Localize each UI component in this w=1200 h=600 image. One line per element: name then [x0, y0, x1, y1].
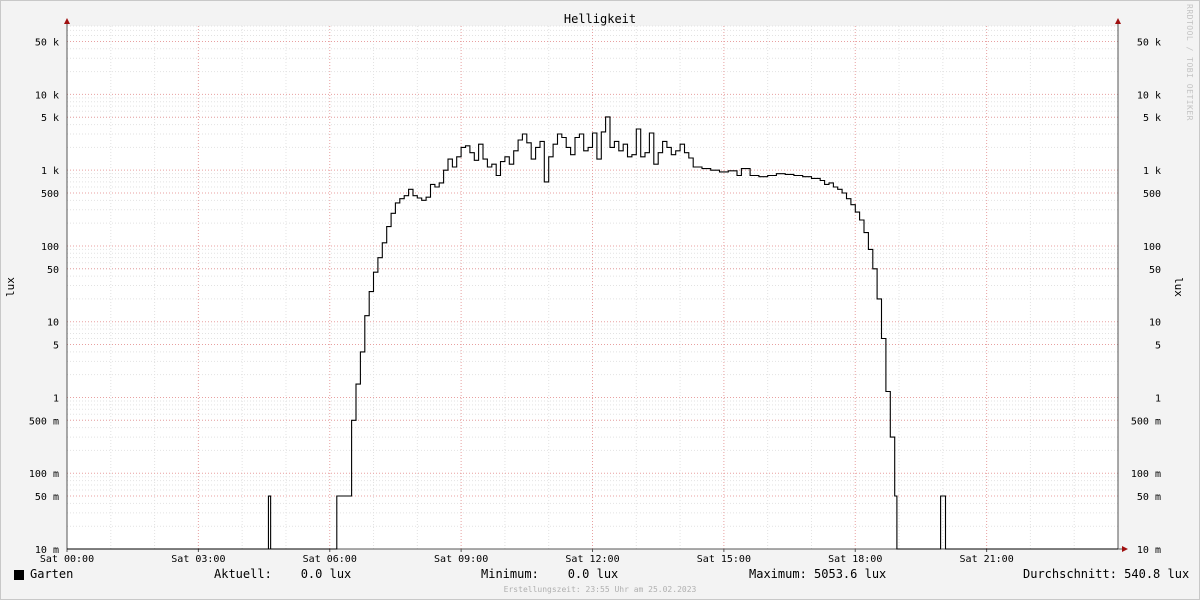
y-tick-label-right: 5: [1155, 341, 1161, 352]
y-tick-label-left: 1 k: [41, 166, 59, 177]
y-tick-label-right: 50 k: [1137, 37, 1161, 48]
legend-swatch: [14, 570, 24, 580]
x-tick-label: Sat 15:00: [697, 554, 751, 565]
y-tick-label-right: 100: [1143, 242, 1161, 253]
legend: Garten Aktuell: 0.0 lux Minimum: 0.0 lux…: [0, 567, 1200, 585]
y-tick-label-left: 10 k: [35, 90, 59, 101]
creation-timestamp: Erstellungszeit: 23:55 Uhr am 25.02.2023: [503, 585, 697, 594]
y-tick-label-right: 10 k: [1137, 90, 1161, 101]
y-tick-label-left: 10: [47, 318, 59, 329]
legend-average: Durchschnitt: 540.8 lux: [1023, 567, 1190, 581]
y-tick-label-left: 50 m: [35, 492, 59, 503]
x-axis-arrow: [1122, 546, 1128, 552]
y-tick-label-right: 10: [1149, 318, 1161, 329]
y-tick-label-left: 5 k: [41, 113, 59, 124]
x-tick-label: Sat 09:00: [434, 554, 488, 565]
legend-maximum: Maximum: 5053.6 lux: [749, 567, 887, 581]
y-tick-label-right: 500 m: [1131, 416, 1161, 427]
y-tick-label-left: 500 m: [29, 416, 59, 427]
chart-title: Helligkeit: [564, 12, 636, 26]
x-tick-label: Sat 21:00: [960, 554, 1014, 565]
x-tick-label: Sat 12:00: [565, 554, 619, 565]
rrdtool-watermark: RRDTOOL / TOBI OETIKER: [1185, 4, 1194, 121]
y-axis-arrow-left: [64, 18, 70, 24]
y-tick-label-right: 100 m: [1131, 469, 1161, 480]
legend-current: Aktuell: 0.0 lux: [214, 567, 352, 581]
y-tick-label-right: 1 k: [1143, 166, 1161, 177]
brightness-chart: 50 k 50 k 10 k 10 k 5 k 5 k 1 k 1 k 500 500 100 100…: [4, 12, 1185, 565]
grid-layer: [67, 25, 1118, 550]
y-tick-label-right: 5 k: [1143, 113, 1161, 124]
y-tick-label-right: 50: [1149, 265, 1161, 276]
y-tick-label-left: 1: [53, 393, 59, 404]
x-tick-label: Sat 00:00: [40, 554, 94, 565]
y-tick-label-right: 500: [1143, 189, 1161, 200]
y-tick-label-left: 100 m: [29, 469, 59, 480]
x-tick-label: Sat 18:00: [828, 554, 882, 565]
y-tick-label-left: 500: [41, 189, 59, 200]
y-tick-label-left: 50 k: [35, 37, 59, 48]
legend-series-label: Garten: [30, 567, 74, 581]
y-tick-label-right: 50 m: [1137, 492, 1161, 503]
y-tick-label-left: 5: [53, 341, 59, 352]
x-tick-label: Sat 06:00: [303, 554, 357, 565]
y-axis-label-left: lux: [4, 277, 17, 297]
y-tick-label-right: 10 m: [1137, 545, 1161, 556]
legend-minimum: Minimum: 0.0 lux: [481, 567, 619, 581]
y-tick-label-left: 100: [41, 242, 59, 253]
x-tick-label: Sat 03:00: [171, 554, 225, 565]
y-tick-label-right: 1: [1155, 393, 1161, 404]
y-tick-label-left: 50: [47, 265, 59, 276]
y-axis-arrow-right: [1115, 18, 1121, 24]
y-axis-label-right: lux: [1172, 277, 1185, 297]
